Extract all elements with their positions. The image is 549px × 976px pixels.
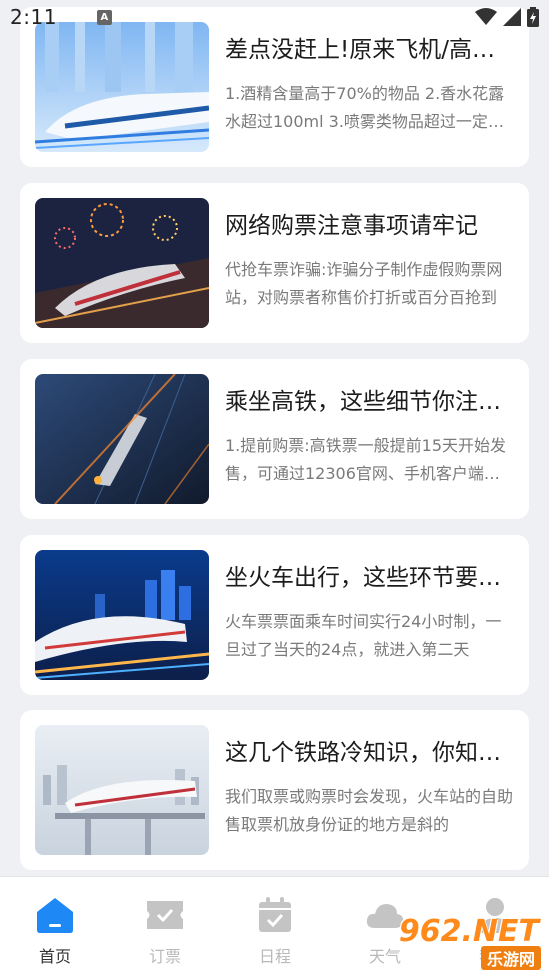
train-city-icon xyxy=(35,550,209,680)
article-card[interactable]: 乘坐高铁，这些细节你注意到了吗 1.提前购票:高铁票一般提前15天开始发售，可通… xyxy=(20,359,529,519)
article-summary: 我们取票或购票时会发现，火车站的自助售取票机放身份证的地方是斜的 xyxy=(225,787,514,834)
tab-label: 天气 xyxy=(368,947,401,966)
train-station-icon xyxy=(35,22,209,152)
watermark-main: 962.NET xyxy=(398,914,539,949)
article-title: 差点没赶上!原来飞机/高铁对这些物品有限制 xyxy=(225,37,515,63)
tab-label: 首页 xyxy=(38,947,71,966)
tab-label: 日程 xyxy=(258,947,291,966)
train-fireworks-icon xyxy=(35,198,209,328)
tab-schedule[interactable]: 日程 xyxy=(220,877,330,976)
article-summary: 代抢车票诈骗:诈骗分子制作虚假购票网站，对购票者称售价打折或百分百抢到 xyxy=(225,260,503,307)
watermark-sub: 乐游网 xyxy=(480,946,541,970)
battery-icon xyxy=(527,7,539,27)
article-title: 网络购票注意事项请牢记 xyxy=(225,213,478,239)
tab-label: 订票 xyxy=(148,947,181,966)
article-card[interactable]: 坐火车出行，这些环节要注意 火车票票面乘车时间实行24小时制，一旦过了当天的24… xyxy=(20,535,529,695)
article-summary: 1.酒精含量高于70%的物品 2.香水花露水超过100ml 3.喷雾类物品超过一… xyxy=(225,84,505,131)
article-title: 这几个铁路冷知识，你知道吗 xyxy=(225,740,515,766)
ticket-icon xyxy=(143,893,187,937)
article-card[interactable]: 这几个铁路冷知识，你知道吗 我们取票或购票时会发现，火车站的自助售取票机放身份证… xyxy=(20,710,529,870)
signal-icon xyxy=(503,8,521,26)
article-summary: 1.提前购票:高铁票一般提前15天开始发售，可通过12306官网、手机客户端购买 xyxy=(225,436,507,483)
wifi-icon xyxy=(475,8,497,25)
tab-home[interactable]: 首页 xyxy=(0,877,110,976)
train-bridge-icon xyxy=(35,725,209,855)
article-title: 乘坐高铁，这些细节你注意到了吗 xyxy=(225,389,515,415)
status-indicators xyxy=(475,7,539,27)
article-card[interactable]: 网络购票注意事项请牢记 代抢车票诈骗:诈骗分子制作虚假购票网站，对购票者称售价打… xyxy=(20,183,529,343)
watermark-logo: 962.NET 乐游网 xyxy=(399,914,543,970)
home-icon xyxy=(33,893,77,937)
tab-ticket[interactable]: 订票 xyxy=(110,877,220,976)
article-title: 坐火车出行，这些环节要注意 xyxy=(225,565,515,591)
train-night-icon xyxy=(35,374,209,504)
status-time: 2:11 xyxy=(10,5,57,29)
status-bar: 2:11 A xyxy=(0,0,549,34)
article-summary: 火车票票面乘车时间实行24小时制，一旦过了当天的24点，就进入第二天 xyxy=(225,612,502,659)
notification-a-icon: A xyxy=(96,9,112,25)
calendar-icon xyxy=(253,893,297,937)
article-feed[interactable]: 差点没赶上!原来飞机/高铁对这些物品有限制 1.酒精含量高于70%的物品 2.香… xyxy=(0,0,549,876)
